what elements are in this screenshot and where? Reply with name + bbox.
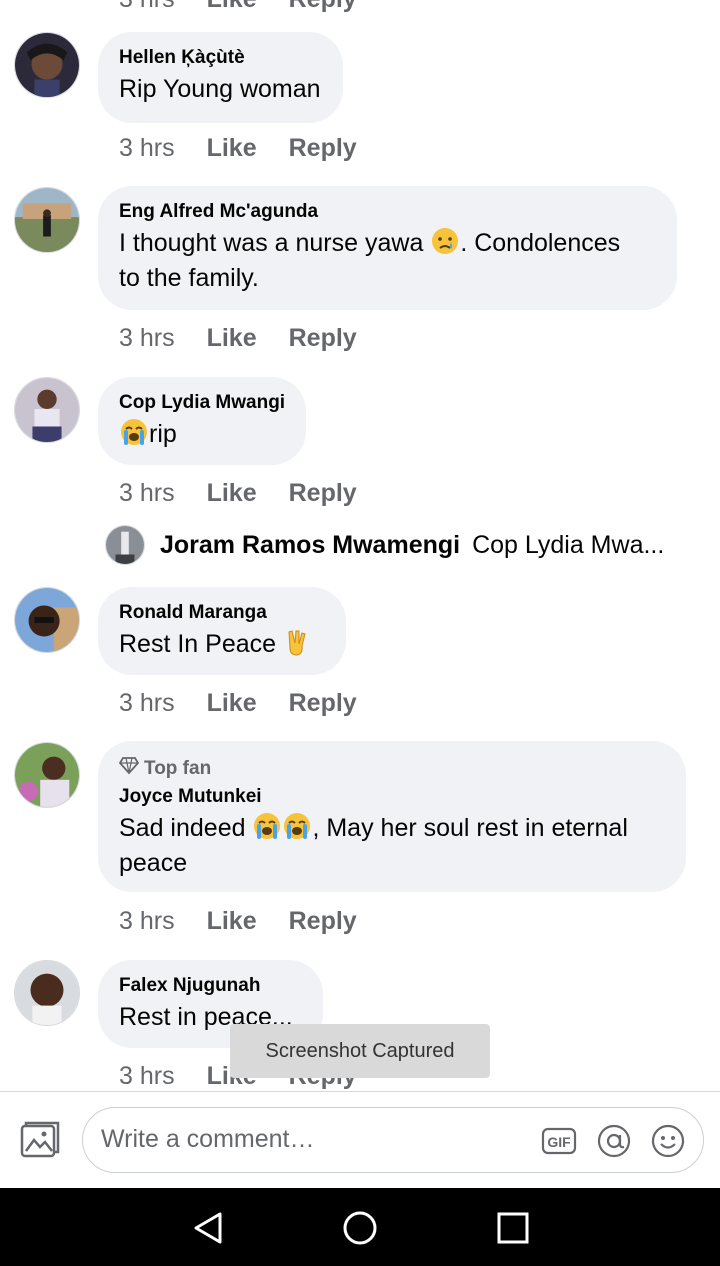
like-button[interactable]: Like — [207, 133, 257, 163]
commenter-name[interactable]: Cop Lydia Mwangi — [119, 391, 285, 415]
loudly-crying-face-icon — [252, 811, 282, 841]
reply-preview[interactable]: Joram Ramos Mwamengi Cop Lydia Mwa... — [160, 531, 664, 560]
emoji-icon[interactable] — [650, 1123, 686, 1159]
avatar[interactable] — [14, 960, 80, 1026]
reply-author-name[interactable]: Joram Ramos Mwamengi — [160, 531, 460, 560]
like-button[interactable]: Like — [207, 688, 257, 718]
comment-time: 3 hrs — [119, 689, 175, 717]
commenter-name[interactable]: Joyce Mutunkei — [119, 785, 664, 809]
comment-text: Rip Young woman — [119, 75, 321, 103]
top-fan-badge: Top fan — [118, 755, 664, 782]
comment-time: 3 hrs — [119, 0, 175, 14]
comment-text-part: . Condolences — [460, 229, 621, 257]
reply-avatar[interactable] — [105, 525, 145, 565]
avatar[interactable] — [14, 187, 80, 253]
comment-actions: 3 hrs Like Reply — [119, 478, 357, 508]
commenter-name[interactable]: Ronald Maranga — [119, 601, 324, 625]
top-fan-label: Top fan — [144, 757, 212, 779]
reply-button[interactable]: Reply — [289, 906, 357, 936]
avatar[interactable] — [14, 377, 80, 443]
like-button[interactable]: Like — [207, 323, 257, 353]
crying-face-icon — [430, 226, 460, 256]
system-nav-bar — [0, 1188, 720, 1266]
comment-actions: 3 hrs Like Reply — [119, 906, 357, 936]
comment-bubble: Hellen Ķàçùtè Rip Young woman — [98, 32, 343, 123]
comment-text-part: peace — [119, 849, 188, 877]
comment-actions: 3 hrs Like Reply — [119, 688, 357, 718]
comment-text-part: Sad indeed — [119, 814, 246, 842]
mention-icon[interactable] — [596, 1123, 632, 1159]
reply-button[interactable]: Reply — [289, 133, 357, 163]
loudly-crying-face-icon — [282, 811, 312, 841]
gif-icon[interactable]: GIF — [541, 1123, 577, 1159]
screenshot-toast: Screenshot Captured — [230, 1024, 490, 1078]
victory-hand-icon — [283, 627, 313, 657]
photo-icon[interactable] — [18, 1118, 62, 1162]
reply-snippet: Cop Lydia Mwa... — [472, 531, 665, 559]
comment-actions: 3 hrs Like Reply — [119, 0, 357, 14]
comment-text: Sad indeed , May her soul rest in eterna… — [119, 811, 664, 881]
comment-bubble: Cop Lydia Mwangi rip — [98, 377, 306, 465]
comment-time: 3 hrs — [119, 324, 175, 352]
back-icon[interactable] — [188, 1208, 228, 1248]
recents-icon[interactable] — [493, 1208, 533, 1248]
comment-text: I thought was a nurse yawa . Condolences… — [119, 226, 655, 296]
comment-time: 3 hrs — [119, 1062, 175, 1090]
like-button[interactable]: Like — [207, 906, 257, 936]
commenter-name[interactable]: Hellen Ķàçùtè — [119, 46, 321, 70]
comment-bubble: Top fan Joyce Mutunkei Sad indeed , May … — [98, 741, 686, 892]
loudly-crying-face-icon — [119, 417, 149, 447]
comment-time: 3 hrs — [119, 907, 175, 935]
comment-bubble: Eng Alfred Mc'agunda I thought was a nur… — [98, 186, 677, 310]
like-button[interactable]: Like — [207, 478, 257, 508]
commenter-name[interactable]: Eng Alfred Mc'agunda — [119, 200, 655, 224]
like-button[interactable]: Like — [207, 0, 257, 14]
comment-composer: Write a comment… GIF — [0, 1091, 720, 1188]
comment-text-part: rip — [149, 420, 177, 448]
comments-feed[interactable]: 3 hrs Like Reply Hellen Ķàçùtè Rip Young… — [0, 0, 720, 1090]
comment-text-part: to the family. — [119, 264, 259, 292]
comment-text: Rest In Peace — [119, 627, 324, 662]
comment-actions: 3 hrs Like Reply — [119, 133, 357, 163]
comment-time: 3 hrs — [119, 479, 175, 507]
comment-text-part: Rest In Peace — [119, 630, 277, 658]
avatar[interactable] — [14, 742, 80, 808]
comment-text-part: , May her soul rest in eternal — [312, 814, 628, 842]
comment-placeholder: Write a comment… — [101, 1125, 315, 1153]
reply-button[interactable]: Reply — [289, 323, 357, 353]
comment-input[interactable]: Write a comment… GIF — [82, 1107, 704, 1173]
reply-button[interactable]: Reply — [289, 0, 357, 14]
comment-bubble: Ronald Maranga Rest In Peace — [98, 587, 346, 675]
comment-text-part: I thought was a nurse yawa — [119, 229, 424, 257]
reply-button[interactable]: Reply — [289, 478, 357, 508]
comment-time: 3 hrs — [119, 134, 175, 162]
avatar[interactable] — [14, 32, 80, 98]
commenter-name[interactable]: Falex Njugunah — [119, 974, 301, 998]
comment-actions: 3 hrs Like Reply — [119, 323, 357, 353]
comment-text: rip — [119, 417, 284, 452]
home-icon[interactable] — [340, 1208, 380, 1248]
diamond-icon — [118, 755, 140, 782]
avatar[interactable] — [14, 587, 80, 653]
reply-button[interactable]: Reply — [289, 688, 357, 718]
svg-text:GIF: GIF — [547, 1134, 571, 1150]
